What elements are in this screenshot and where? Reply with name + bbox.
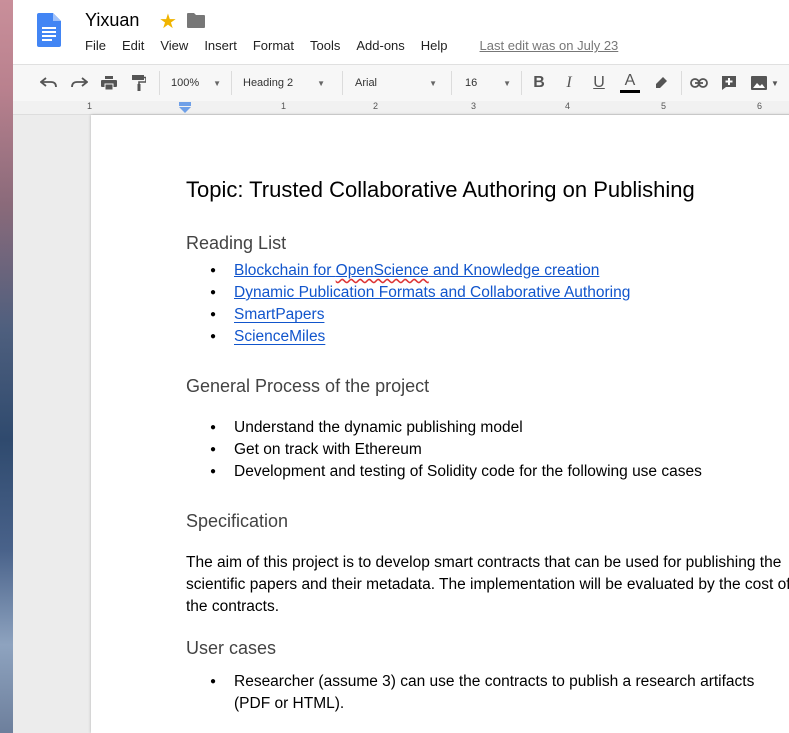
ruler: 1 1 2 3 4 5 6 xyxy=(13,101,789,115)
menu-file[interactable]: File xyxy=(85,38,106,53)
chevron-down-icon: ▼ xyxy=(317,78,325,88)
desktop-background xyxy=(0,0,13,733)
list-item: SmartPapers xyxy=(186,304,789,326)
font-select[interactable]: Arial ▼ xyxy=(355,65,437,101)
menu-addons[interactable]: Add-ons xyxy=(356,38,404,53)
reading-link[interactable]: Dynamic Publication Formats and Collabor… xyxy=(234,284,630,301)
list-item: Blockchain for OpenScience and Knowledge… xyxy=(186,260,789,282)
chevron-down-icon[interactable]: ▼ xyxy=(769,65,781,101)
star-icon[interactable]: ★ xyxy=(159,9,177,34)
menu-edit[interactable]: Edit xyxy=(122,38,144,53)
image-icon[interactable] xyxy=(747,65,771,101)
link-icon[interactable] xyxy=(687,65,711,101)
docs-logo-icon[interactable] xyxy=(37,13,61,47)
specification-heading: Specification xyxy=(186,511,289,531)
bold-icon[interactable]: B xyxy=(527,65,551,101)
document-canvas: Topic: Trusted Collaborative Authoring o… xyxy=(13,115,789,733)
highlight-icon[interactable] xyxy=(649,65,673,101)
last-edit-link[interactable]: Last edit was on July 23 xyxy=(480,38,619,53)
print-icon[interactable] xyxy=(97,65,121,101)
ruler-number: 4 xyxy=(565,101,571,111)
toolbar-separator xyxy=(159,71,160,95)
toolbar: 100% ▼ Heading 2 ▼ Arial ▼ 16 ▼ B I U A xyxy=(13,64,789,102)
list-item: Get on track with Ethereum xyxy=(186,439,789,461)
chevron-down-icon: ▼ xyxy=(429,78,437,88)
menu-bar: File Edit View Insert Format Tools Add-o… xyxy=(85,38,618,53)
process-heading: General Process of the project xyxy=(186,376,430,396)
style-value: Heading 2 xyxy=(243,77,294,89)
ruler-number: 5 xyxy=(661,101,667,111)
list-item: ScienceMiles xyxy=(186,326,789,348)
process-list: Understand the dynamic publishing model … xyxy=(186,417,789,483)
toolbar-separator xyxy=(521,71,522,95)
menu-format[interactable]: Format xyxy=(253,38,294,53)
paragraph-style-select[interactable]: Heading 2 ▼ xyxy=(243,65,325,101)
zoom-select[interactable]: 100% ▼ xyxy=(171,65,221,101)
document-heading: Topic: Trusted Collaborative Authoring o… xyxy=(186,177,695,202)
undo-icon[interactable] xyxy=(37,65,61,101)
list-item: Researcher (assume 3) can use the contra… xyxy=(186,671,789,715)
user-cases-heading: User cases xyxy=(186,638,277,658)
document-page[interactable]: Topic: Trusted Collaborative Authoring o… xyxy=(91,115,789,733)
reading-list-heading: Reading List xyxy=(186,233,287,253)
ruler-number: 6 xyxy=(757,101,763,111)
menu-view[interactable]: View xyxy=(160,38,188,53)
folder-icon[interactable] xyxy=(187,12,205,28)
reading-link[interactable]: ScienceMiles xyxy=(234,328,325,345)
font-value: Arial xyxy=(355,77,378,89)
toolbar-separator xyxy=(342,71,343,95)
reading-list: Blockchain for OpenScience and Knowledge… xyxy=(186,260,789,348)
title-bar: Yixuan ★ File Edit View Insert Format To… xyxy=(13,0,789,64)
specification-paragraph: The aim of this project is to develop sm… xyxy=(186,554,789,615)
user-cases-list: Researcher (assume 3) can use the contra… xyxy=(186,671,789,715)
docs-app: Yixuan ★ File Edit View Insert Format To… xyxy=(13,0,789,733)
toolbar-separator xyxy=(681,71,682,95)
underline-icon[interactable]: U xyxy=(587,65,611,101)
italic-icon[interactable]: I xyxy=(557,65,581,101)
ruler-number: 2 xyxy=(373,101,379,111)
ruler-number: 1 xyxy=(87,101,93,111)
reading-link[interactable]: SmartPapers xyxy=(234,306,324,323)
zoom-value: 100% xyxy=(171,77,200,89)
redo-icon[interactable] xyxy=(67,65,91,101)
toolbar-separator xyxy=(451,71,452,95)
toolbar-separator xyxy=(231,71,232,95)
chevron-down-icon: ▼ xyxy=(213,78,221,88)
chevron-down-icon: ▼ xyxy=(503,78,511,88)
font-size-value: 16 xyxy=(465,77,478,89)
menu-help[interactable]: Help xyxy=(421,38,448,53)
text-color-icon[interactable]: A xyxy=(617,65,643,101)
list-item: Development and testing of Solidity code… xyxy=(186,461,789,483)
paint-format-icon[interactable] xyxy=(127,65,151,101)
ruler-number: 1 xyxy=(281,101,287,111)
document-title[interactable]: Yixuan xyxy=(85,10,139,31)
reading-link[interactable]: Blockchain for OpenScience and Knowledge… xyxy=(234,262,599,279)
menu-tools[interactable]: Tools xyxy=(310,38,340,53)
ruler-number: 3 xyxy=(471,101,477,111)
indent-marker-icon[interactable] xyxy=(179,102,191,113)
comment-icon[interactable] xyxy=(717,65,741,101)
list-item: Dynamic Publication Formats and Collabor… xyxy=(186,282,789,304)
document-content: Topic: Trusted Collaborative Authoring o… xyxy=(186,177,789,715)
menu-insert[interactable]: Insert xyxy=(204,38,237,53)
font-size-select[interactable]: 16 ▼ xyxy=(465,65,511,101)
list-item: Understand the dynamic publishing model xyxy=(186,417,789,439)
